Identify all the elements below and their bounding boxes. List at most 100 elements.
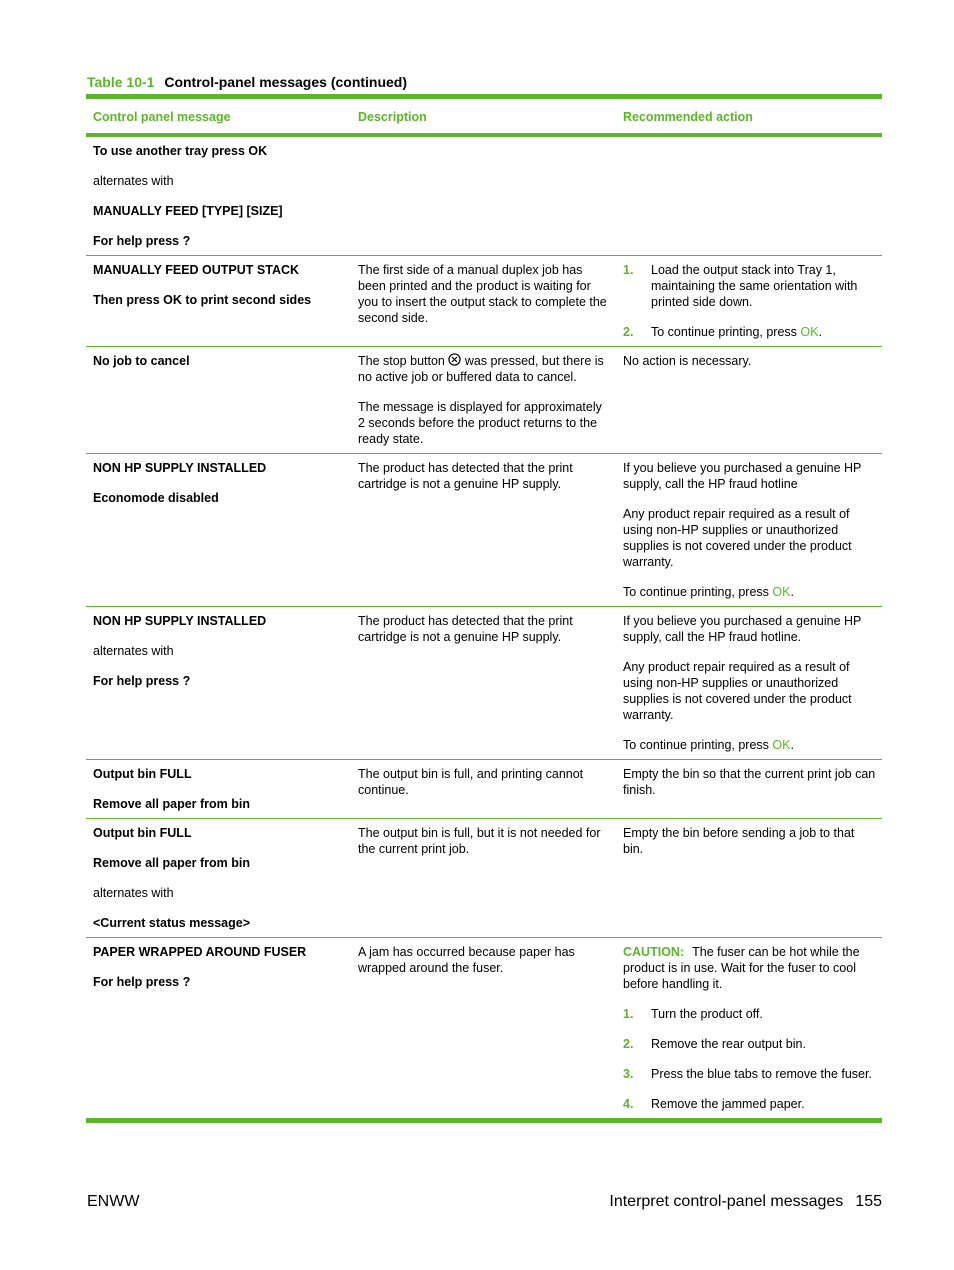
step-number: 2.	[623, 325, 634, 339]
table-row: NON HP SUPPLY INSTALLED alternates with …	[86, 606, 882, 760]
action-step: 2. To continue printing, press OK.	[623, 324, 876, 340]
table-row: MANUALLY FEED OUTPUT STACK Then press OK…	[86, 255, 882, 347]
step-text-end: .	[818, 325, 822, 339]
message-line: Remove all paper from bin	[93, 797, 250, 811]
step-text: Remove the rear output bin.	[651, 1037, 806, 1051]
message-line: NON HP SUPPLY INSTALLED	[93, 614, 267, 628]
action-text: To continue printing, press OK.	[623, 584, 876, 600]
action-continue-end: .	[790, 585, 794, 599]
action-text: No action is necessary.	[623, 354, 752, 368]
action-continue-end: .	[790, 738, 794, 752]
description-text: The stop button was pressed, but there i…	[358, 353, 610, 385]
message-cell: NON HP SUPPLY INSTALLED Economode disabl…	[86, 453, 351, 607]
message-line: alternates with	[93, 886, 174, 900]
message-line: Economode disabled	[93, 491, 219, 505]
action-text: Any product repair required as a result …	[623, 660, 852, 722]
step-text: To continue printing, press	[651, 325, 801, 339]
description-text: A jam has occurred because paper has wra…	[358, 945, 575, 975]
step-number: 4.	[623, 1097, 634, 1111]
message-line: For help press ?	[93, 975, 191, 989]
message-line: For help press ?	[93, 234, 191, 248]
description-text: The message is displayed for approximate…	[358, 400, 602, 446]
message-line: Output bin FULL	[93, 826, 192, 840]
action-cell: Empty the bin before sending a job to th…	[616, 818, 882, 938]
ok-link[interactable]: OK	[772, 738, 790, 752]
stop-x-circle-icon	[448, 353, 462, 366]
caution-note: CAUTION: The fuser can be hot while the p…	[623, 944, 876, 992]
message-line: Remove all paper from bin	[93, 856, 250, 870]
message-cell: Output bin FULL Remove all paper from bi…	[86, 818, 351, 938]
ok-link[interactable]: OK	[800, 325, 818, 339]
step-number: 2.	[623, 1037, 634, 1051]
action-continue-text: To continue printing, press	[623, 738, 773, 752]
description-cell	[351, 135, 616, 256]
description-text: The output bin is full, but it is not ne…	[358, 826, 601, 856]
message-cell: To use another tray press OK alternates …	[86, 135, 351, 256]
message-line: MANUALLY FEED [TYPE] [SIZE]	[93, 204, 283, 218]
description-text: The product has detected that the print …	[358, 614, 573, 644]
column-header-message: Control panel message	[86, 94, 351, 137]
step-number: 3.	[623, 1067, 634, 1081]
description-cell: A jam has occurred because paper has wra…	[351, 937, 616, 1123]
message-line: Then press OK to print second sides	[93, 293, 312, 307]
table-row: To use another tray press OK alternates …	[86, 135, 882, 256]
step-text: Press the blue tabs to remove the fuser.	[651, 1067, 872, 1081]
description-text: The output bin is full, and printing can…	[358, 767, 584, 797]
description-cell: The product has detected that the print …	[351, 453, 616, 607]
step-number: 1.	[623, 263, 634, 277]
action-text: If you believe you purchased a genuine H…	[623, 461, 862, 491]
action-step: 1. Turn the product off.	[623, 1006, 876, 1022]
step-text: Remove the jammed paper.	[651, 1097, 805, 1111]
action-text: Empty the bin so that the current print …	[623, 767, 876, 797]
action-cell: CAUTION: The fuser can be hot while the p…	[616, 937, 882, 1123]
message-cell: No job to cancel	[86, 346, 351, 454]
action-text: If you believe you purchased a genuine H…	[623, 614, 862, 644]
step-text: Load the output stack into Tray 1, maint…	[651, 263, 858, 309]
table-number: Table 10-1	[87, 74, 155, 90]
description-cell: The first side of a manual duplex job ha…	[351, 255, 616, 347]
action-step: 3. Press the blue tabs to remove the fus…	[623, 1066, 876, 1082]
caution-label: CAUTION:	[623, 945, 685, 959]
description-text: The first side of a manual duplex job ha…	[358, 263, 607, 325]
page-number: 155	[855, 1193, 882, 1210]
action-step: 2. Remove the rear output bin.	[623, 1036, 876, 1052]
footer-section-title: Interpret control-panel messages	[609, 1193, 844, 1210]
message-line: To use another tray press OK	[93, 144, 268, 158]
message-line: For help press ?	[93, 674, 191, 688]
action-cell: If you believe you purchased a genuine H…	[616, 606, 882, 760]
table-row: PAPER WRAPPED AROUND FUSER For help pres…	[86, 937, 882, 1123]
message-line: PAPER WRAPPED AROUND FUSER	[93, 945, 307, 959]
ok-link[interactable]: OK	[772, 585, 790, 599]
message-cell: MANUALLY FEED OUTPUT STACK Then press OK…	[86, 255, 351, 347]
control-panel-messages-table: Control panel message Description Recomm…	[86, 94, 882, 1123]
message-line: MANUALLY FEED OUTPUT STACK	[93, 263, 300, 277]
description-cell: The stop button was pressed, but there i…	[351, 346, 616, 454]
step-number: 1.	[623, 1007, 634, 1021]
message-line: alternates with	[93, 174, 174, 188]
footer-left: ENWW	[87, 1193, 140, 1210]
action-cell: 1. Load the output stack into Tray 1, ma…	[616, 255, 882, 347]
action-step: 1. Load the output stack into Tray 1, ma…	[623, 262, 876, 310]
message-cell: PAPER WRAPPED AROUND FUSER For help pres…	[86, 937, 351, 1123]
message-cell: NON HP SUPPLY INSTALLED alternates with …	[86, 606, 351, 760]
action-text: Empty the bin before sending a job to th…	[623, 826, 855, 856]
table-header-row: Control panel message Description Recomm…	[86, 94, 882, 137]
message-line: <Current status message>	[93, 916, 251, 930]
step-text: Turn the product off.	[651, 1007, 763, 1021]
column-header-description: Description	[351, 94, 616, 137]
action-text: To continue printing, press OK.	[623, 737, 876, 753]
message-line: No job to cancel	[93, 354, 190, 368]
message-line: NON HP SUPPLY INSTALLED	[93, 461, 267, 475]
message-cell: Output bin FULL Remove all paper from bi…	[86, 759, 351, 819]
table-caption: Table 10-1 Control-panel messages (conti…	[87, 74, 407, 90]
message-line: Output bin FULL	[93, 767, 192, 781]
footer-right: Interpret control-panel messages 155	[609, 1193, 882, 1211]
description-text-start: The stop button	[358, 354, 449, 368]
description-cell: The output bin is full, and printing can…	[351, 759, 616, 819]
action-cell: Empty the bin so that the current print …	[616, 759, 882, 819]
description-cell: The output bin is full, but it is not ne…	[351, 818, 616, 938]
action-text: Any product repair required as a result …	[623, 507, 852, 569]
table-row: NON HP SUPPLY INSTALLED Economode disabl…	[86, 453, 882, 607]
action-continue-text: To continue printing, press	[623, 585, 773, 599]
description-cell: The product has detected that the print …	[351, 606, 616, 760]
